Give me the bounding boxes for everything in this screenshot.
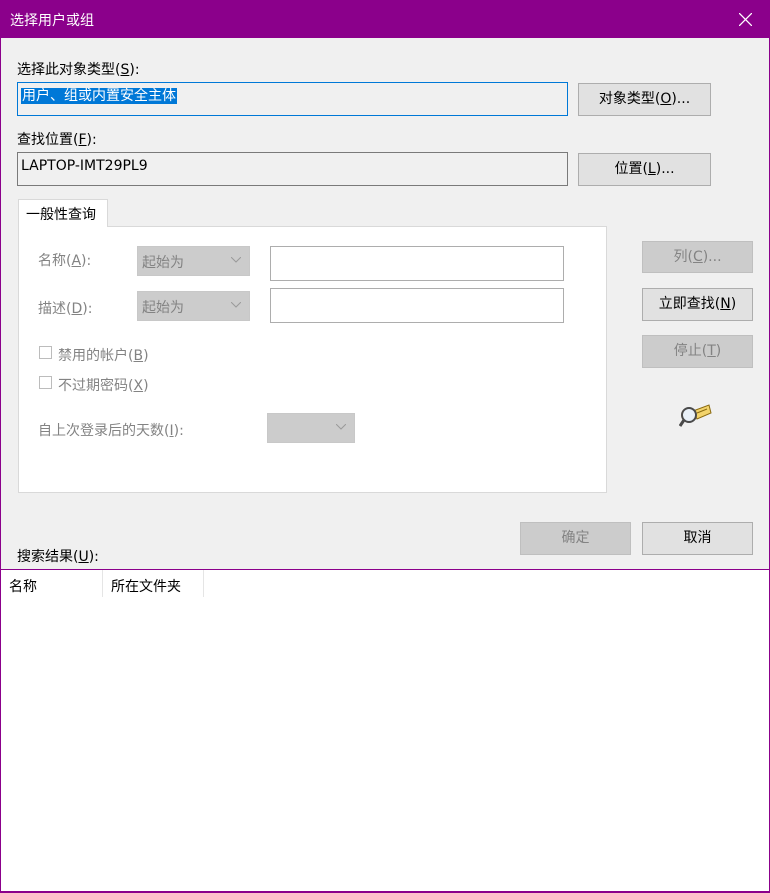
non-expiring-password-label: 不过期密码(X) — [58, 378, 149, 394]
search-results-list[interactable]: 名称 所在文件夹 — [1, 569, 769, 892]
query-panel: 名称(A): 起始为 描述(D): 起始为 禁用的帐户(B) 不过期密码(X) … — [18, 226, 607, 493]
chevron-down-icon — [336, 424, 346, 430]
location-label: 查找位置(F): — [17, 132, 97, 148]
tab-common-queries[interactable]: 一般性查询 — [18, 199, 108, 227]
ok-button[interactable]: 确定 — [520, 522, 631, 555]
stop-button[interactable]: 停止(T) — [642, 335, 753, 368]
columns-button[interactable]: 列(C)... — [642, 241, 753, 273]
find-now-button[interactable]: 立即查找(N) — [642, 288, 753, 321]
search-flashlight-icon — [679, 404, 712, 427]
name-match-select[interactable]: 起始为 — [137, 246, 250, 276]
object-type-label: 选择此对象类型(S): — [17, 62, 140, 78]
chevron-down-icon — [231, 257, 241, 263]
location-field[interactable]: LAPTOP-IMT29PL9 — [17, 152, 568, 186]
description-match-select[interactable]: 起始为 — [137, 291, 250, 321]
close-button[interactable] — [723, 1, 769, 38]
days-since-logon-label: 自上次登录后的天数(I): — [38, 423, 184, 439]
name-label: 名称(A): — [38, 253, 92, 269]
disabled-accounts-checkbox[interactable] — [39, 346, 52, 359]
select-users-groups-dialog: 选择用户或组 选择此对象类型(S): 用户、组或内置安全主体 对象类型(O)..… — [0, 0, 770, 893]
non-expiring-password-checkbox[interactable] — [39, 376, 52, 389]
name-input[interactable] — [270, 246, 564, 281]
description-input[interactable] — [270, 288, 564, 323]
object-type-field[interactable]: 用户、组或内置安全主体 — [17, 82, 568, 116]
disabled-accounts-label: 禁用的帐户(B) — [58, 348, 149, 364]
search-results-label: 搜索结果(U): — [17, 549, 99, 565]
object-type-value: 用户、组或内置安全主体 — [21, 88, 177, 104]
column-header-name[interactable]: 名称 — [1, 570, 103, 597]
close-icon — [739, 13, 752, 26]
window-title: 选择用户或组 — [10, 13, 94, 29]
days-since-logon-select[interactable] — [267, 413, 355, 443]
cancel-button[interactable]: 取消 — [642, 522, 753, 555]
chevron-down-icon — [231, 302, 241, 308]
column-header-folder[interactable]: 所在文件夹 — [103, 570, 204, 597]
object-types-button[interactable]: 对象类型(O)... — [578, 83, 711, 116]
description-label: 描述(D): — [38, 301, 93, 317]
locations-button[interactable]: 位置(L)... — [578, 153, 711, 186]
location-value: LAPTOP-IMT29PL9 — [21, 158, 148, 174]
title-bar: 选择用户或组 — [1, 1, 769, 38]
